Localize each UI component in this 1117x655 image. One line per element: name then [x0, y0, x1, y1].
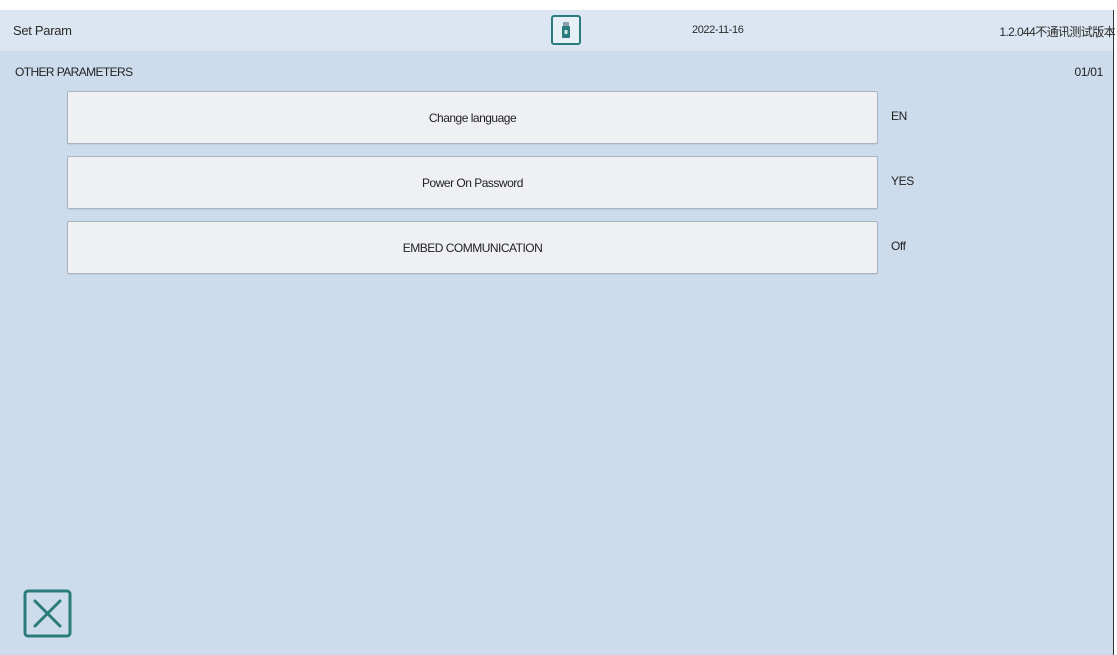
close-button[interactable] [23, 589, 72, 638]
embed-communication-button[interactable]: EMBED COMMUNICATION [67, 221, 878, 274]
close-icon [23, 589, 72, 638]
page-indicator: 01/01 [1074, 65, 1103, 79]
change-language-button[interactable]: Change language [67, 91, 878, 144]
screen: Set Param 2022-11-16 1.2.044不通讯测试版本 OTHE… [0, 10, 1116, 655]
language-value: EN [891, 109, 907, 123]
page-title: Set Param [13, 23, 72, 38]
screen-edge [1113, 10, 1114, 655]
date-display: 2022-11-16 [692, 24, 744, 36]
section-title: OTHER PARAMETERS [15, 65, 133, 79]
power-on-password-button[interactable]: Power On Password [67, 156, 878, 209]
embed-communication-value: Off [891, 239, 906, 253]
usb-drive-icon[interactable] [551, 15, 581, 45]
version-label: 1.2.044不通讯测试版本 [999, 25, 1115, 39]
power-on-password-value: YES [891, 174, 914, 188]
top-bar: Set Param 2022-11-16 1.2.044不通讯测试版本 [0, 10, 1116, 51]
